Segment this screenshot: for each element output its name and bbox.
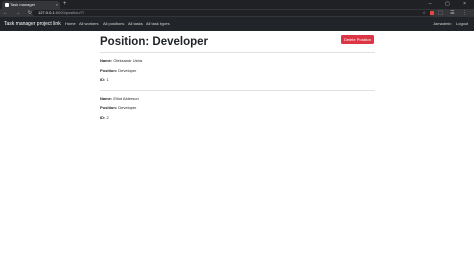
favicon-icon	[5, 3, 9, 7]
name-value: Oleksandr Usha	[113, 58, 143, 63]
close-tab-icon[interactable]: ×	[56, 1, 58, 9]
worker-name: Name: Elliot Alderson	[100, 96, 139, 101]
nav-link-home[interactable]: Home	[65, 17, 76, 31]
divider	[100, 52, 375, 53]
worker-position: Position: Developer	[100, 68, 136, 73]
new-tab-icon[interactable]: +	[63, 0, 67, 9]
worker-name: Name: Oleksandr Usha	[100, 58, 142, 63]
browser-tab-strip: Task manager × + – ▢ ×	[0, 0, 474, 9]
id-label: ID:	[100, 115, 106, 120]
position-label: Position:	[100, 68, 118, 73]
divider	[100, 90, 375, 91]
url-path: :8000/position/7/	[54, 10, 85, 15]
position-value: Developer	[118, 68, 137, 73]
url-host: 127.0.0.1	[38, 10, 55, 15]
extension-icons[interactable]: ⬚ ☰ ⋮	[429, 9, 470, 17]
worker-id: ID: 2	[100, 115, 109, 120]
navbar-brand[interactable]: Task manager project link	[4, 17, 61, 31]
url-bar[interactable]: 127.0.0.1:8000/position/7/ ☆	[32, 10, 432, 16]
nav-link-all-workers[interactable]: All workers	[79, 17, 99, 31]
tab-title: Task manager	[10, 2, 36, 7]
name-label: Name:	[100, 96, 113, 101]
window-controls[interactable]: – ▢ ×	[429, 0, 472, 9]
name-value: Elliot Alderson	[113, 96, 139, 101]
id-value: 1	[106, 77, 109, 82]
position-value: Developer	[118, 105, 137, 110]
id-label: ID:	[100, 77, 106, 82]
extension-red-icon[interactable]	[429, 10, 434, 15]
browser-toolbar: ← → ↻ ⌂ 127.0.0.1:8000/position/7/ ☆ ⬚ ☰…	[0, 9, 474, 17]
nav-link-all-tasks[interactable]: All tasks	[128, 17, 143, 31]
nav-link-user[interactable]: Jamadmin	[433, 17, 451, 31]
nav-link-all-positions[interactable]: All positions	[103, 17, 124, 31]
nav-link-logout[interactable]: Logout	[456, 17, 468, 31]
app-navbar: Task manager project link Home All worke…	[0, 17, 474, 31]
page-title: Position: Developer	[100, 36, 208, 48]
position-label: Position:	[100, 105, 118, 110]
bookmark-star-icon[interactable]: ☆	[422, 10, 428, 16]
worker-id: ID: 1	[100, 77, 109, 82]
id-value: 2	[106, 115, 109, 120]
delete-position-button[interactable]: Delete Position	[341, 35, 374, 44]
nav-link-all-task-types[interactable]: All task types	[146, 17, 170, 31]
name-label: Name:	[100, 58, 113, 63]
browser-tab[interactable]: Task manager ×	[2, 1, 60, 9]
worker-position: Position: Developer	[100, 105, 136, 110]
